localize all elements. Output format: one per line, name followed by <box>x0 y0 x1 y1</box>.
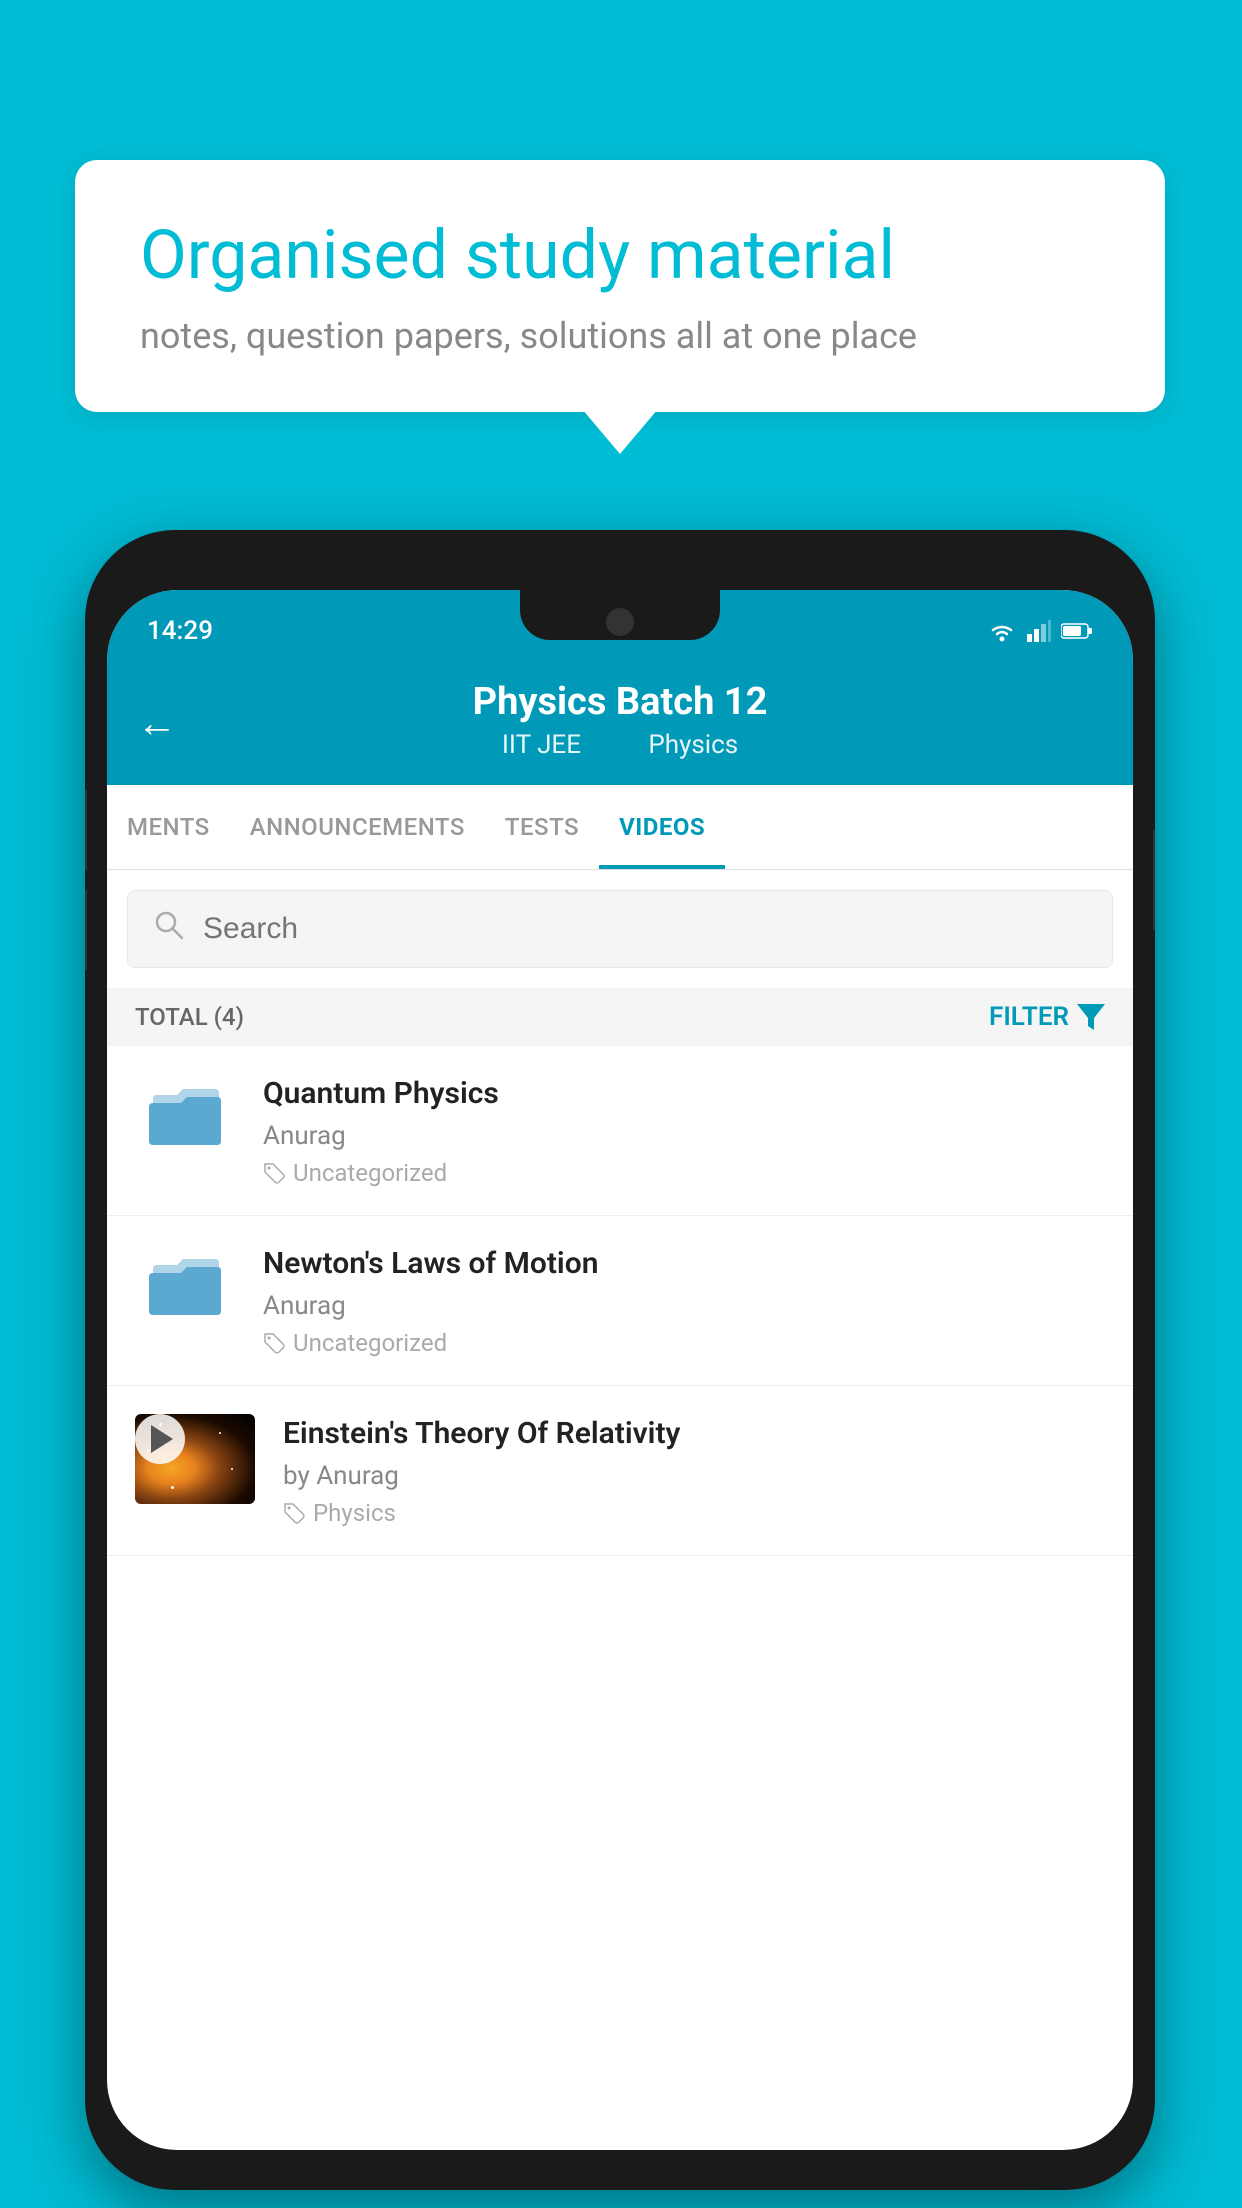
search-bar[interactable] <box>127 890 1113 968</box>
total-count: TOTAL (4) <box>135 1003 244 1031</box>
phone-notch <box>520 590 720 640</box>
video-title: Quantum Physics <box>263 1074 1105 1113</box>
tag-icon <box>263 1332 285 1354</box>
thumbnail-image <box>135 1414 255 1504</box>
vol-up-button <box>85 790 87 870</box>
tag-icon <box>263 1162 285 1184</box>
power-button <box>1153 830 1155 930</box>
tag-label: Uncategorized <box>293 1159 447 1187</box>
search-input[interactable] <box>203 912 1087 946</box>
battery-icon <box>1061 622 1093 640</box>
filter-icon <box>1077 1004 1105 1030</box>
vol-down-button <box>85 890 87 970</box>
video-info: Einstein's Theory Of Relativity by Anura… <box>283 1414 1105 1527</box>
header-subtitle-separator <box>611 730 624 760</box>
header-title: Physics Batch 12 <box>147 680 1093 724</box>
folder-icon <box>135 1244 235 1324</box>
video-author: Anurag <box>263 1291 1105 1321</box>
filter-label: FILTER <box>989 1002 1069 1032</box>
video-info: Newton's Laws of Motion Anurag Uncategor… <box>263 1244 1105 1357</box>
video-title: Einstein's Theory Of Relativity <box>283 1414 1105 1453</box>
signal-icon <box>1027 620 1051 642</box>
app-header: ← Physics Batch 12 IIT JEE Physics <box>107 660 1133 785</box>
header-subtitle-part1: IIT JEE <box>502 730 581 760</box>
header-subtitle: IIT JEE Physics <box>147 730 1093 760</box>
status-time: 14:29 <box>147 616 213 646</box>
tab-videos[interactable]: VIDEOS <box>599 785 725 869</box>
filter-button[interactable]: FILTER <box>989 1002 1105 1032</box>
list-item[interactable]: Einstein's Theory Of Relativity by Anura… <box>107 1386 1133 1556</box>
video-title: Newton's Laws of Motion <box>263 1244 1105 1283</box>
search-icon <box>153 909 185 949</box>
video-tag: Uncategorized <box>263 1329 1105 1357</box>
tag-label: Physics <box>313 1499 396 1527</box>
video-thumbnail <box>135 1414 255 1504</box>
list-item[interactable]: Newton's Laws of Motion Anurag Uncategor… <box>107 1216 1133 1386</box>
video-list: Quantum Physics Anurag Uncategorized <box>107 1046 1133 1556</box>
tab-bar: MENTS ANNOUNCEMENTS TESTS VIDEOS <box>107 785 1133 870</box>
speech-bubble-title: Organised study material <box>140 215 1100 297</box>
speech-bubble: Organised study material notes, question… <box>75 160 1165 412</box>
tab-ments[interactable]: MENTS <box>107 785 230 869</box>
tag-label: Uncategorized <box>293 1329 447 1357</box>
tab-announcements[interactable]: ANNOUNCEMENTS <box>230 785 485 869</box>
wifi-icon <box>987 620 1017 642</box>
tab-tests[interactable]: TESTS <box>485 785 599 869</box>
header-subtitle-part2: Physics <box>648 730 738 760</box>
play-button[interactable] <box>135 1414 185 1464</box>
tag-icon <box>283 1502 305 1524</box>
status-icons <box>987 620 1093 642</box>
folder-icon <box>135 1074 235 1154</box>
video-tag: Physics <box>283 1499 1105 1527</box>
list-item[interactable]: Quantum Physics Anurag Uncategorized <box>107 1046 1133 1216</box>
front-camera <box>606 608 634 636</box>
phone-screen: 14:29 <box>107 590 1133 2150</box>
speech-bubble-subtitle: notes, question papers, solutions all at… <box>140 315 1100 357</box>
video-author: by Anurag <box>283 1461 1105 1491</box>
video-tag: Uncategorized <box>263 1159 1105 1187</box>
phone-frame: 14:29 <box>85 530 1155 2190</box>
video-author: Anurag <box>263 1121 1105 1151</box>
video-info: Quantum Physics Anurag Uncategorized <box>263 1074 1105 1187</box>
filter-bar: TOTAL (4) FILTER <box>107 988 1133 1046</box>
